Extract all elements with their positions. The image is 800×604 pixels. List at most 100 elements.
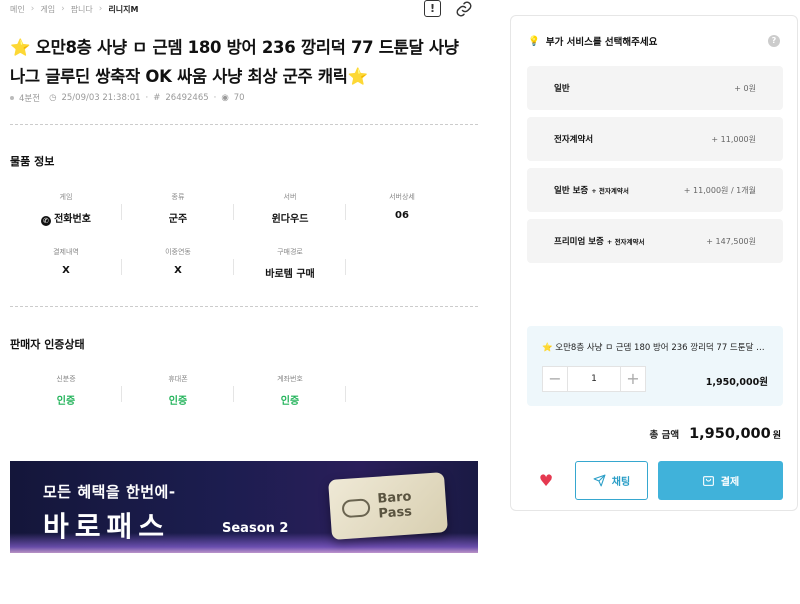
info-cell: 서버 윈다우드	[234, 190, 346, 230]
service-name-text: 일반 보증	[554, 186, 589, 196]
chat-button-label: 채팅	[611, 477, 631, 488]
verify-label: 신분증	[56, 375, 76, 383]
quantity-stepper: − 1 +	[542, 366, 646, 392]
decrease-button[interactable]: −	[542, 366, 568, 392]
service-price: + 11,000원	[711, 134, 756, 144]
info-value: X	[62, 265, 70, 276]
selected-item: ⭐ 오만8층 사냥 ㅁ 근뎀 180 방어 236 깡리덕 77 드툰달 사냥 …	[527, 326, 783, 406]
baropass-banner[interactable]: 모든 혜택을 한번에- 바로패스 Season 2 Baro Pass	[10, 461, 478, 553]
page-title: ⭐ 오만8층 사냥 ㅁ 근뎀 180 방어 236 깡리덕 77 드툰달 사냥 …	[10, 38, 459, 86]
info-value: X	[174, 265, 182, 276]
info-cell: 게임 ✆ 전화번호	[10, 190, 122, 230]
verify-label: 휴대폰	[168, 375, 188, 383]
view-count: 70	[233, 93, 245, 103]
service-sub: + 전자계약서	[606, 238, 645, 246]
pay-button[interactable]: 결제	[658, 461, 783, 500]
banner-title: 바로패스	[43, 510, 171, 543]
service-option-guarantee[interactable]: 일반 보증 + 전자계약서 + 11,000원 / 1개월	[527, 168, 783, 212]
selected-item-price: 1,950,000원	[705, 377, 768, 388]
service-name-text: 프리미엄 보증	[554, 237, 604, 247]
help-icon[interactable]: ?	[768, 35, 780, 47]
item-info-grid: 게임 ✆ 전화번호 종류 군주 서버 윈다우드 서버상세 06	[10, 190, 460, 230]
total-value: 1,950,000 원	[689, 426, 781, 442]
total-unit: 원	[772, 431, 781, 441]
service-name: 전자계약서	[554, 135, 594, 145]
separator: ·	[145, 93, 149, 103]
service-price: + 11,000원 / 1개월	[683, 185, 756, 195]
verify-status: 인증	[168, 396, 188, 407]
heart-icon[interactable]: ♥	[527, 462, 565, 500]
info-cell: 구매경로 바로템 구매	[234, 245, 346, 285]
verify-cell: 휴대폰 인증	[122, 372, 234, 412]
baropass-card-text: Baro Pass	[377, 489, 413, 521]
pay-button-label: 결제	[720, 477, 740, 488]
lightbulb-icon: 💡	[528, 35, 540, 47]
banner-tagline: 모든 혜택을 한번에-	[43, 483, 176, 501]
service-option-premium[interactable]: 프리미엄 보증 + 전자계약서 + 147,500원	[527, 219, 783, 263]
info-cell: 결제내역 X	[10, 245, 122, 285]
link-icon[interactable]	[455, 0, 473, 18]
chat-button[interactable]: 채팅	[575, 461, 648, 500]
gamepad-icon	[341, 498, 371, 519]
service-name: 일반 보증 + 전자계약서	[554, 184, 629, 196]
post-datetime: 25/09/03 21:38:01	[61, 93, 141, 103]
quantity-input[interactable]: 1	[568, 366, 620, 392]
chevron-right-icon: ›	[30, 4, 35, 14]
send-icon	[593, 474, 606, 487]
item-info-grid-row2: 결제내역 X 이중연동 X 구매경로 바로템 구매	[10, 245, 460, 285]
total-label: 총 금액	[649, 430, 680, 441]
info-cell: 종류 군주	[122, 190, 234, 230]
breadcrumb-sell[interactable]: 팝니다	[71, 4, 93, 15]
report-icon[interactable]: !	[424, 0, 441, 17]
service-option-basic[interactable]: 일반 + 0원	[527, 66, 783, 110]
service-sub: + 전자계약서	[591, 187, 629, 195]
service-name: 일반	[554, 84, 570, 94]
services-heading-text: 부가 서비스를 선택해주세요	[545, 37, 658, 48]
info-value: 군주	[168, 214, 188, 225]
service-price: + 0원	[734, 83, 756, 93]
breadcrumb-game[interactable]: 게임	[40, 4, 55, 15]
service-option-contract[interactable]: 전자계약서 + 11,000원	[527, 117, 783, 161]
info-label: 게임	[59, 193, 73, 201]
separator: ·	[213, 93, 217, 103]
verify-cell: 계좌번호 인증	[234, 372, 346, 412]
seller-verify-grid: 신분증 인증 휴대폰 인증 계좌번호 인증	[10, 372, 460, 412]
clock-icon: ◷	[49, 93, 57, 103]
info-label: 서버	[283, 193, 297, 201]
info-value: ✆ 전화번호	[10, 210, 122, 226]
shopping-bag-icon	[702, 476, 714, 486]
chevron-right-icon: ›	[98, 4, 103, 14]
increase-button[interactable]: +	[620, 366, 646, 392]
info-cell: 이중연동 X	[122, 245, 234, 285]
post-number-prefix: #	[153, 93, 161, 103]
total-amount: 총 금액 1,950,000 원	[650, 426, 781, 442]
verify-status: 인증	[56, 396, 76, 407]
item-info-heading: 물품 정보	[10, 155, 55, 168]
verify-cell: 신분증 인증	[10, 372, 122, 412]
seller-verify-heading: 판매자 인증상태	[10, 338, 85, 351]
total-value-number: 1,950,000	[689, 426, 771, 442]
breadcrumb-current[interactable]: 리니지M	[108, 4, 138, 15]
baropass-card: Baro Pass	[328, 472, 448, 540]
info-value-text: 전화번호	[54, 214, 91, 225]
verify-status: 인증	[280, 396, 300, 407]
info-label: 결제내역	[53, 248, 79, 256]
info-value: 06	[395, 210, 409, 221]
card-text-line: Pass	[378, 504, 413, 522]
post-meta: 4분전 ◷ 25/09/03 21:38:01 · # 26492465 · ◉…	[10, 92, 245, 104]
purchase-panel: 💡 부가 서비스를 선택해주세요 ? 일반 + 0원 전자계약서 + 11,00…	[510, 15, 798, 511]
info-label: 종류	[171, 193, 185, 201]
divider	[10, 124, 478, 125]
chevron-right-icon: ›	[61, 4, 65, 14]
action-bar: ♥ 채팅 결제	[527, 461, 783, 500]
banner-season: Season 2	[222, 521, 289, 536]
info-label: 서버상세	[389, 193, 415, 201]
status-dot-icon	[10, 96, 14, 100]
post-number: 26492465	[165, 93, 209, 103]
service-name: 프리미엄 보증 + 전자계약서	[554, 235, 644, 247]
breadcrumb-home[interactable]: 메인	[10, 4, 25, 15]
verify-label: 계좌번호	[277, 375, 303, 383]
divider	[10, 306, 478, 307]
info-value: 윈다우드	[271, 214, 309, 225]
info-label: 구매경로	[277, 248, 303, 256]
